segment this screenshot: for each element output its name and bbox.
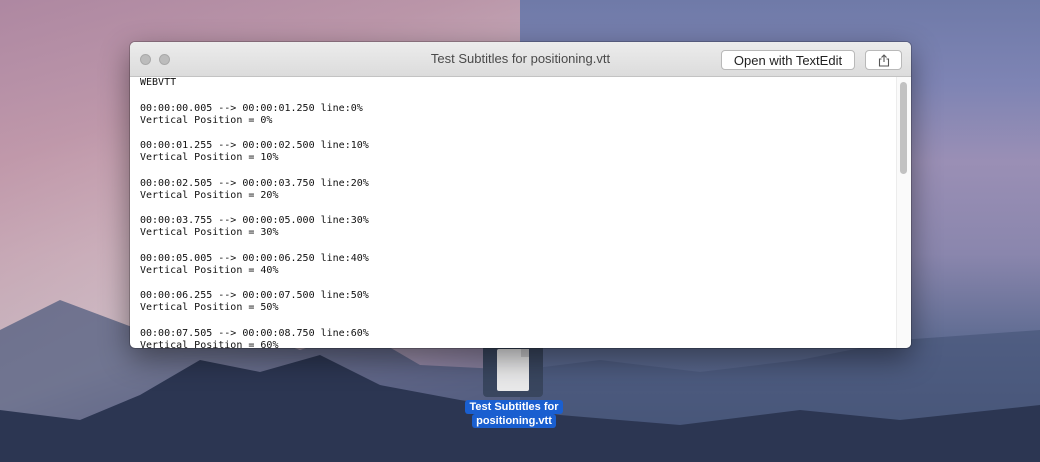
cue-timing: 00:00:01.255 --> 00:00:02.500 line:10%: [140, 140, 369, 151]
document-icon: [497, 349, 529, 391]
desktop-file-label[interactable]: Test Subtitles for positioning.vtt: [462, 400, 566, 428]
cue-text: Vertical Position = 60%: [140, 339, 279, 349]
cue-text: Vertical Position = 40%: [140, 264, 279, 276]
file-content[interactable]: WEBVTT 00:00:00.005 --> 00:00:01.250 lin…: [130, 77, 911, 348]
cue-timing: 00:00:06.255 --> 00:00:07.500 line:50%: [140, 290, 369, 301]
cue-text: Vertical Position = 20%: [140, 189, 279, 201]
vtt-file-icon[interactable]: [483, 345, 543, 397]
cue-text: Vertical Position = 30%: [140, 227, 279, 238]
cue-timing: 00:00:05.005 --> 00:00:06.250 line:40%: [140, 252, 369, 264]
share-icon: [878, 53, 889, 67]
scrollbar-thumb[interactable]: [900, 82, 907, 174]
cue-text: Vertical Position = 0%: [140, 114, 273, 126]
file-label-line-1: Test Subtitles for: [465, 400, 563, 414]
cue-text: Vertical Position = 50%: [140, 302, 279, 313]
vertical-scrollbar[interactable]: [896, 77, 911, 348]
cue-timing: 00:00:03.755 --> 00:00:05.000 line:30%: [140, 215, 369, 226]
share-button[interactable]: [865, 50, 902, 70]
file-label-line-2: positioning.vtt: [472, 414, 556, 428]
cue-timing: 00:00:00.005 --> 00:00:01.250 line:0%: [140, 102, 363, 114]
vtt-header: WEBVTT: [140, 77, 177, 88]
cue-timing: 00:00:07.505 --> 00:00:08.750 line:60%: [140, 327, 369, 339]
cue-text: Vertical Position = 10%: [140, 152, 279, 163]
open-with-textedit-button[interactable]: Open with TextEdit: [721, 50, 855, 70]
quicklook-window: Test Subtitles for positioning.vtt Open …: [130, 42, 911, 348]
window-titlebar[interactable]: Test Subtitles for positioning.vtt Open …: [130, 42, 911, 77]
cue-timing: 00:00:02.505 --> 00:00:03.750 line:20%: [140, 177, 369, 189]
